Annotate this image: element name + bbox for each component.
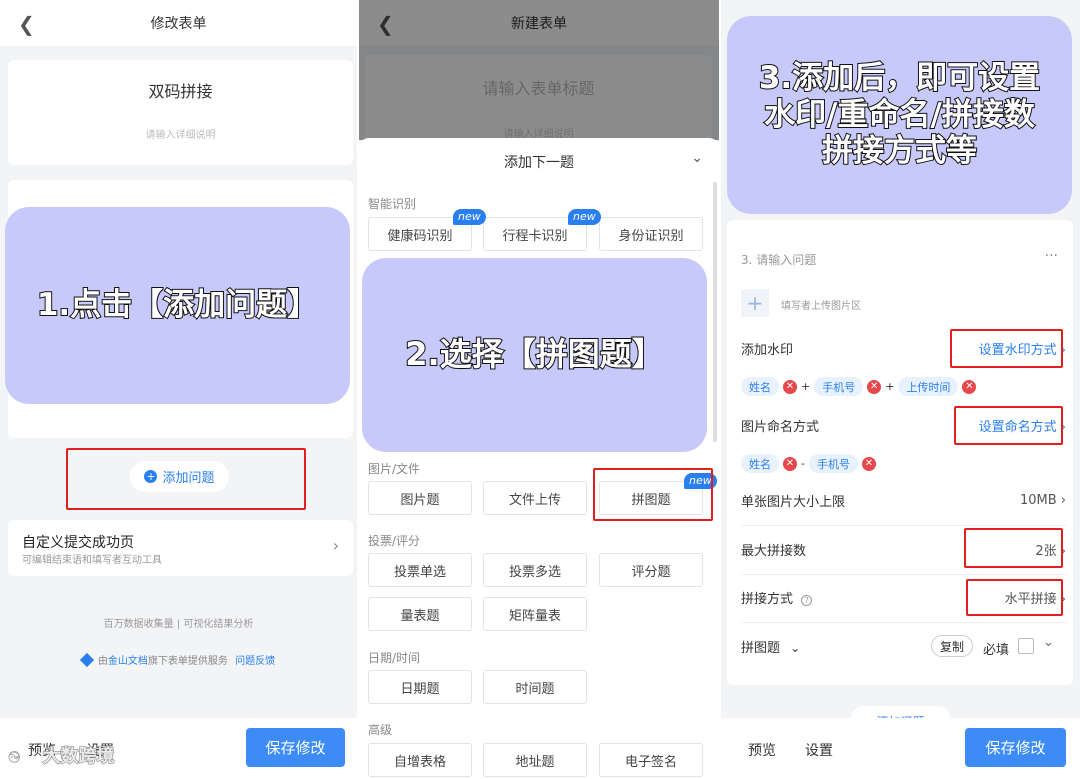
callout-step-1: 1.点击【添加问题】	[5, 207, 350, 404]
panel-edit-form: ❮ 修改表单 双码拼接 请输入详细说明 1.点击【添加问题】 + 添加问题 自定…	[0, 0, 357, 779]
divider	[741, 622, 1066, 623]
naming-chips: 姓名 ✕ - 手机号 ✕	[741, 454, 880, 473]
question-type-select[interactable]: 拼图题 ⌄	[741, 637, 800, 656]
sheet-title: 添加下一题	[504, 155, 574, 171]
collapse-icon[interactable]: ⌄	[1043, 635, 1054, 650]
form-title-card[interactable]: 双码拼接 请输入详细说明	[8, 60, 353, 165]
chevron-right-icon: ›	[332, 536, 339, 555]
chip-name: 姓名	[741, 377, 779, 396]
save-button[interactable]: 保存修改	[965, 728, 1066, 767]
highlight-box	[954, 406, 1063, 445]
help-icon[interactable]: ?	[801, 594, 813, 606]
scrollbar[interactable]	[713, 182, 717, 442]
date-option[interactable]: 日期题	[368, 670, 472, 704]
max-label: 最大拼接数	[741, 543, 807, 559]
panel-question-settings: 3. 请输入问题 ··· + 填写者上传图片区 添加水印 设置水印方式 › 姓名…	[721, 0, 1080, 779]
preview-button[interactable]: 预览	[748, 740, 776, 760]
new-badge: new	[453, 209, 486, 225]
section-image: 图片/文件	[368, 462, 421, 476]
required-label: 必填	[983, 643, 1010, 658]
callout-line-3: 拼接方式等	[821, 132, 978, 170]
callout-line-2: 水印/重命名/拼接数	[763, 96, 1036, 134]
section-advanced: 高级	[368, 723, 393, 737]
callout-step-2: 2.选择【拼图题】	[362, 258, 707, 452]
section-date: 日期/时间	[368, 651, 421, 665]
signature-option[interactable]: 电子签名	[599, 743, 703, 777]
chip-phone: 手机号	[808, 454, 858, 473]
feedback-link[interactable]: 问题反馈	[235, 656, 275, 667]
file-upload-option[interactable]: 文件上传	[483, 481, 587, 515]
page-title: 修改表单	[150, 16, 207, 32]
required-checkbox[interactable]	[1018, 638, 1034, 654]
section-vote: 投票/评分	[368, 534, 421, 548]
watermark-chips: 姓名 ✕ + 手机号 ✕ + 上传时间 ✕	[741, 377, 980, 396]
kdocs-logo-icon	[79, 652, 94, 668]
form-desc-placeholder[interactable]: 请输入详细说明	[8, 126, 353, 141]
watermark-logo-icon: ☯	[8, 750, 22, 767]
chevron-down-icon: ⌄	[790, 641, 801, 655]
scale-option[interactable]: 量表题	[368, 597, 472, 631]
save-button[interactable]: 保存修改	[246, 728, 345, 767]
highlight-box	[964, 528, 1063, 568]
question-input[interactable]: 3. 请输入问题	[741, 251, 816, 268]
back-icon[interactable]: ❮	[18, 12, 35, 36]
highlight-box	[966, 579, 1063, 616]
id-card-option[interactable]: 身份证识别	[599, 217, 703, 251]
remove-icon[interactable]: ✕	[861, 456, 876, 471]
auto-table-option[interactable]: 自增表格	[368, 743, 472, 777]
plus-icon[interactable]: +	[741, 289, 769, 317]
chip-name: 姓名	[741, 454, 779, 473]
plus-circle-icon: +	[144, 470, 158, 483]
size-value: 10MB ›	[1019, 492, 1066, 508]
image-option[interactable]: 图片题	[368, 481, 472, 515]
highlight-box	[950, 329, 1063, 368]
footer-stats: 百万数据收集量 | 可视化结果分析	[103, 619, 254, 630]
callout-step-3: 3.添加后，即可设置 水印/重命名/拼接数 拼接方式等	[727, 16, 1072, 214]
footer-brand-link[interactable]: 金山文档	[108, 656, 148, 667]
remove-icon[interactable]: ✕	[962, 379, 977, 394]
address-option[interactable]: 地址题	[483, 743, 587, 777]
settings-button[interactable]: 设置	[805, 740, 833, 760]
rating-option[interactable]: 评分题	[599, 553, 703, 587]
watermark: ☯ 大数跨境	[8, 746, 116, 768]
vote-multi-option[interactable]: 投票多选	[483, 553, 587, 587]
naming-label: 图片命名方式	[741, 419, 820, 435]
add-question-button[interactable]: + 添加问题	[130, 461, 229, 492]
section-smart: 智能识别	[368, 197, 417, 211]
custom-success-card[interactable]: 自定义提交成功页 可编辑结束语和填写者互动工具 ›	[8, 520, 353, 576]
add-question-label: 添加问题	[162, 471, 215, 486]
modal-overlay[interactable]	[359, 0, 719, 140]
size-label: 单张图片大小上限	[741, 494, 846, 510]
form-title[interactable]: 双码拼接	[8, 78, 353, 102]
header: ❮ 修改表单	[0, 0, 357, 46]
time-option[interactable]: 时间题	[483, 670, 587, 704]
divider	[741, 574, 1066, 575]
custom-success-sub: 可编辑结束语和填写者互动工具	[22, 555, 162, 566]
footer-service: 由金山文档旗下表单提供服务 问题反馈	[0, 652, 357, 668]
watermark-label: 添加水印	[741, 342, 794, 358]
remove-icon[interactable]: ✕	[783, 456, 797, 471]
copy-button[interactable]: 复制	[931, 635, 974, 657]
footer-mid: 旗下表单提供服务	[147, 656, 228, 667]
more-icon[interactable]: ···	[1045, 248, 1058, 264]
bottom-bar: 预览 设置 保存修改	[721, 718, 1080, 779]
chip-upload-time: 上传时间	[898, 377, 959, 396]
panel-new-form: ❮ 新建表单 请输入表单标题 请输入详细说明 添加下一题 ⌄ 智能识别 健康码识…	[359, 0, 719, 779]
highlight-box	[593, 468, 713, 521]
chevron-down-icon[interactable]: ⌄	[691, 150, 703, 166]
custom-success-title: 自定义提交成功页	[22, 535, 134, 551]
vote-single-option[interactable]: 投票单选	[368, 553, 472, 587]
matrix-scale-option[interactable]: 矩阵量表	[483, 597, 587, 631]
chip-phone: 手机号	[814, 377, 864, 396]
footer-prefix: 由	[97, 656, 108, 667]
upload-hint: 填写者上传图片区	[781, 301, 861, 312]
new-badge: new	[568, 209, 601, 225]
remove-icon[interactable]: ✕	[783, 379, 797, 394]
method-label-wrap: 拼接方式 ?	[741, 588, 813, 607]
remove-icon[interactable]: ✕	[867, 379, 882, 394]
divider	[741, 525, 1066, 526]
callout-line-1: 3.添加后，即可设置	[758, 59, 1041, 97]
size-limit-row[interactable]: 单张图片大小上限 10MB ›	[741, 490, 1066, 510]
